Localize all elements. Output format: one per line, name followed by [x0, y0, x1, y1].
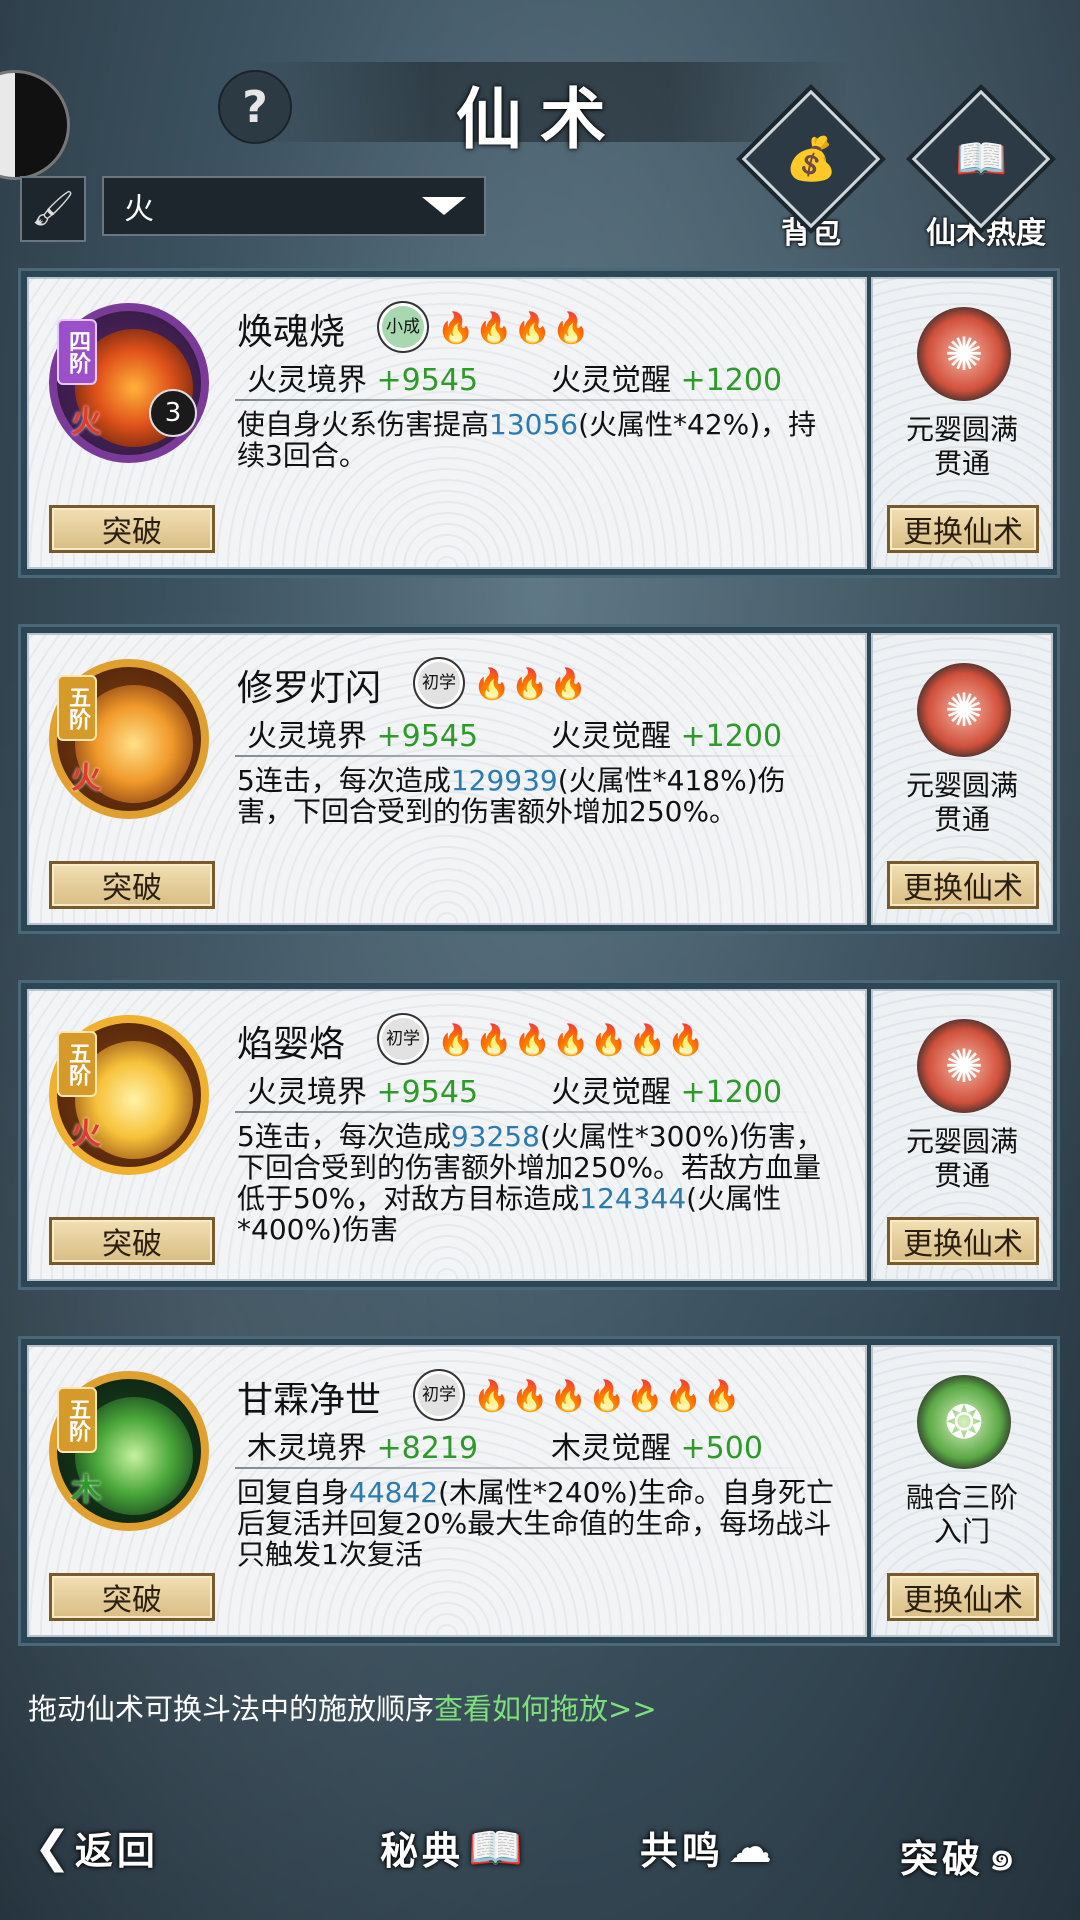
- awaken-stat: 木灵觉醒 +500: [551, 1431, 763, 1466]
- element-filter-dropdown[interactable]: 火: [102, 176, 486, 236]
- element-glyph: 火: [71, 1117, 101, 1152]
- flame-icon: 🔥🔥🔥🔥🔥🔥🔥: [473, 1379, 742, 1414]
- cultivation-status: 元婴圆满 贯通: [905, 769, 1018, 836]
- tier-tag: 五阶: [57, 1387, 97, 1453]
- skill-card[interactable]: 火 五阶 突破 修罗灯闪 初学 🔥🔥🔥 火灵境界 +9545 火灵觉醒 +120…: [18, 624, 1060, 934]
- flame-icon: 🔥🔥🔥: [437, 311, 553, 346]
- heat-button[interactable]: 📖 仙术热度: [911, 89, 1051, 252]
- level-badge: 3: [149, 389, 197, 437]
- swap-skill-button[interactable]: 更换仙术: [887, 505, 1039, 553]
- flame-icon: 🔥🔥🔥🔥🔥🔥🔥: [437, 1023, 706, 1058]
- breakthrough-nav-label: 突破: [900, 1835, 985, 1881]
- breakthrough-button[interactable]: 突破: [49, 505, 215, 553]
- breakthrough-button[interactable]: 突破: [49, 861, 215, 909]
- skill-card-side: ✺ 元婴圆满 贯通 更换仙术: [871, 633, 1053, 925]
- chevron-down-icon: [422, 197, 466, 215]
- back-button[interactable]: ❮ 返回: [30, 1820, 159, 1875]
- flame-rating: 🔥🔥🔥🔥🔥🔥🔥: [473, 1379, 741, 1414]
- realm-stat: 木灵境界 +8219: [247, 1431, 479, 1466]
- cultivation-status: 元婴圆满 贯通: [905, 1125, 1018, 1192]
- skill-card-main: 木 五阶 突破 甘霖净世 初学 🔥🔥🔥🔥🔥🔥🔥 木灵境界 +8219 木灵觉醒 …: [27, 1345, 867, 1637]
- secret-book-label: 秘典: [380, 1828, 465, 1873]
- skill-card-side: ✺ 元婴圆满 贯通 更换仙术: [871, 277, 1053, 569]
- realm-stat: 火灵境界 +9545: [247, 719, 479, 754]
- divider: [235, 1467, 825, 1469]
- rank-seal: 初学: [413, 657, 465, 709]
- secret-book-button[interactable]: 秘典 📖: [380, 1820, 527, 1875]
- flame-rating: 🔥🔥🔥🔥🔥🔥🔥: [437, 1023, 705, 1058]
- rank-seal: 初学: [377, 1013, 429, 1065]
- filter-value: 火: [124, 192, 154, 227]
- element-glyph: 火: [71, 405, 101, 440]
- skill-description: 5连击，每次造成93258(火属性*300%)伤害，下回合受到的伤害额外增加25…: [237, 1120, 824, 1246]
- book-icon: 📖: [468, 1822, 523, 1874]
- skill-card[interactable]: 火 五阶 突破 焰婴烙 初学 🔥🔥🔥🔥🔥🔥🔥 火灵境界 +9545 火灵觉醒 +…: [18, 980, 1060, 1290]
- bag-button[interactable]: 💰 背包: [741, 89, 881, 252]
- rank-seal: 小成: [377, 301, 429, 353]
- skill-name: 焰婴烙: [237, 1024, 346, 1065]
- realm-stat: 火灵境界 +9545: [247, 363, 479, 398]
- flame-rating: 🔥🔥🔥: [473, 667, 588, 702]
- divider: [235, 755, 825, 757]
- how-to-drag-link[interactable]: 查看如何拖放>>: [434, 1692, 657, 1726]
- breakthrough-nav-button[interactable]: 突破 ๑: [900, 1820, 1020, 1890]
- flame-icon: 🔥🔥🔥: [473, 667, 589, 702]
- dragon-emblem-icon: ❂: [917, 1375, 1011, 1469]
- cloud-swirl-icon: ☁: [728, 1822, 773, 1873]
- breakthrough-button[interactable]: 突破: [49, 1217, 215, 1265]
- swap-skill-button[interactable]: 更换仙术: [887, 1217, 1039, 1265]
- resonance-button[interactable]: 共鸣 ☁: [640, 1820, 776, 1875]
- swap-skill-button[interactable]: 更换仙术: [887, 1573, 1039, 1621]
- skill-card-side: ❂ 融合三阶 入门 更换仙术: [871, 1345, 1053, 1637]
- skill-card[interactable]: 火 3 四阶 突破 焕魂烧 小成 🔥🔥🔥🔥 火灵境界 +9545 火灵觉醒 +1…: [18, 268, 1060, 578]
- skill-name: 焕魂烧: [237, 312, 346, 353]
- skill-card-main: 火 五阶 突破 焰婴烙 初学 🔥🔥🔥🔥🔥🔥🔥 火灵境界 +9545 火灵觉醒 +…: [27, 989, 867, 1281]
- drag-hint: 拖动仙术可换斗法中的施放顺序查看如何拖放>>: [28, 1692, 657, 1726]
- page-title: 仙术: [456, 80, 624, 158]
- swap-skill-button[interactable]: 更换仙术: [887, 861, 1039, 909]
- skill-description: 使自身火系伤害提高13056(火属性*42%)，持续3回合。: [237, 408, 817, 472]
- rank-seal: 初学: [413, 1369, 465, 1421]
- tier-tag: 五阶: [57, 675, 97, 741]
- resonance-label: 共鸣: [640, 1828, 725, 1873]
- breakthrough-button[interactable]: 突破: [49, 1573, 215, 1621]
- back-arrow-icon: ❮: [34, 1822, 71, 1873]
- awaken-stat: 火灵觉醒 +1200: [551, 719, 783, 754]
- skill-card-main: 火 五阶 突破 修罗灯闪 初学 🔥🔥🔥 火灵境界 +9545 火灵觉醒 +120…: [27, 633, 867, 925]
- phoenix-emblem-icon: ✺: [917, 1019, 1011, 1113]
- divider: [235, 399, 825, 401]
- phoenix-emblem-icon: ✺: [917, 307, 1011, 401]
- tier-tag: 五阶: [57, 1031, 97, 1097]
- divider: [235, 1111, 825, 1113]
- skill-name: 修罗灯闪: [237, 668, 382, 709]
- element-glyph: 木: [71, 1473, 101, 1508]
- spiral-icon: ๑: [988, 1830, 1016, 1881]
- flame-rating: 🔥🔥🔥🔥: [437, 311, 590, 346]
- awaken-stat: 火灵觉醒 +1200: [551, 1075, 783, 1110]
- awaken-stat: 火灵觉醒 +1200: [551, 363, 783, 398]
- brush-icon[interactable]: 🖌: [20, 176, 86, 242]
- skill-card-main: 火 3 四阶 突破 焕魂烧 小成 🔥🔥🔥🔥 火灵境界 +9545 火灵觉醒 +1…: [27, 277, 867, 569]
- skill-card[interactable]: 木 五阶 突破 甘霖净世 初学 🔥🔥🔥🔥🔥🔥🔥 木灵境界 +8219 木灵觉醒 …: [18, 1336, 1060, 1646]
- realm-stat: 火灵境界 +9545: [247, 1075, 479, 1110]
- cultivation-status: 融合三阶 入门: [905, 1481, 1018, 1548]
- skill-name: 甘霖净世: [237, 1380, 382, 1421]
- element-glyph: 火: [71, 761, 101, 796]
- phoenix-emblem-icon: ✺: [917, 663, 1011, 757]
- cultivation-status: 元婴圆满 贯通: [905, 413, 1018, 480]
- skill-description: 回复自身44842(木属性*240%)生命。自身死亡后复活并回复20%最大生命值…: [237, 1476, 834, 1571]
- back-label: 返回: [74, 1828, 159, 1873]
- flame-icon: 🔥: [552, 311, 591, 346]
- skill-description: 5连击，每次造成129939(火属性*418%)伤害，下回合受到的伤害额外增加2…: [237, 764, 786, 828]
- tier-tag: 四阶: [57, 319, 97, 385]
- skill-card-side: ✺ 元婴圆满 贯通 更换仙术: [871, 989, 1053, 1281]
